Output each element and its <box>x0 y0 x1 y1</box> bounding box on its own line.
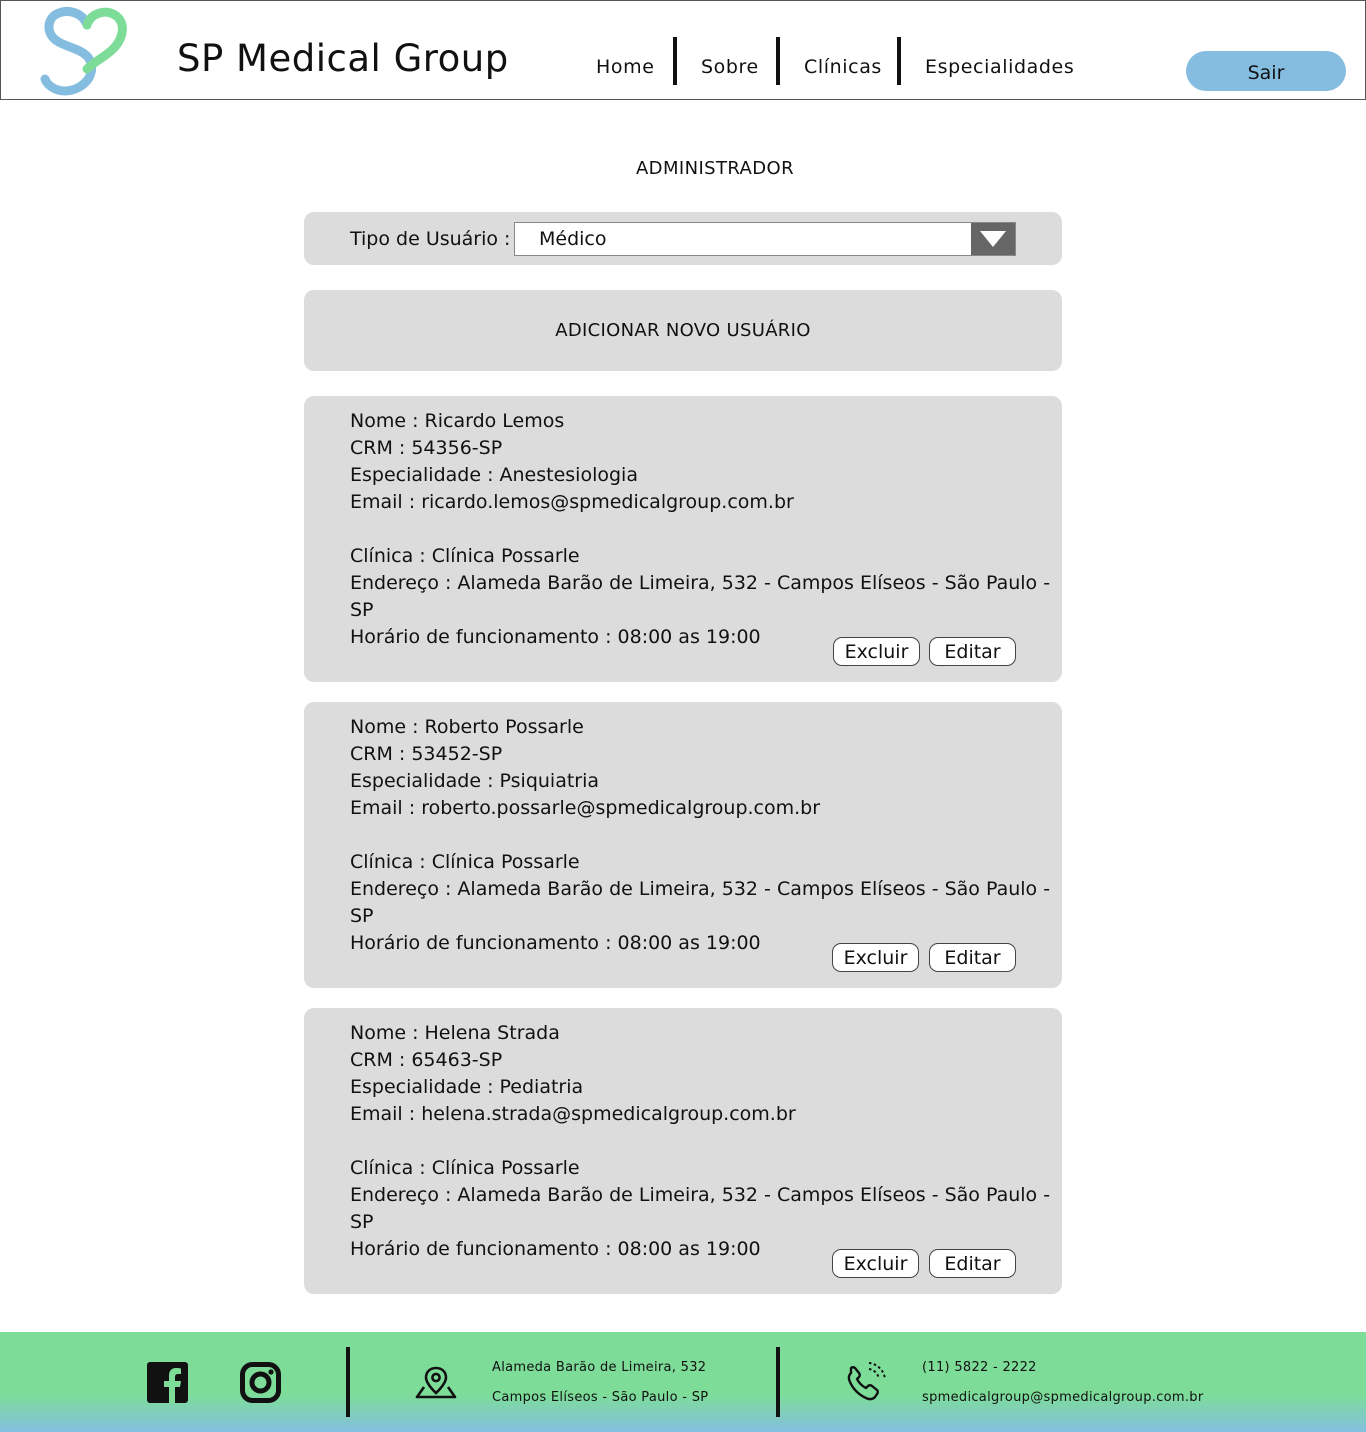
user-crm: CRM : 65463-SP <box>350 1049 503 1071</box>
instagram-icon[interactable] <box>240 1362 281 1403</box>
footer-address-line1: Alameda Barão de Limeira, 532 <box>492 1360 707 1375</box>
edit-button[interactable]: Editar <box>929 943 1016 972</box>
user-specialty: Especialidade : Anestesiologia <box>350 464 638 486</box>
user-address: Endereço : Alameda Barão de Limeira, 532… <box>350 572 1051 621</box>
user-name: Nome : Helena Strada <box>350 1022 560 1044</box>
footer-divider <box>346 1347 350 1417</box>
map-pin-icon <box>415 1366 457 1399</box>
dropdown-arrow-icon[interactable] <box>971 223 1015 255</box>
user-clinic: Clínica : Clínica Possarle <box>350 545 580 567</box>
user-email: Email : ricardo.lemos@spmedicalgroup.com… <box>350 491 794 513</box>
site-footer: Alameda Barão de Limeira, 532 Campos Elí… <box>0 1332 1366 1432</box>
user-crm: CRM : 54356-SP <box>350 437 503 459</box>
user-card: Nome : Ricardo Lemos CRM : 54356-SP Espe… <box>304 396 1062 682</box>
nav-home[interactable]: Home <box>596 56 655 78</box>
user-name: Nome : Roberto Possarle <box>350 716 584 738</box>
brand-title: SP Medical Group <box>177 37 509 80</box>
nav-sobre[interactable]: Sobre <box>701 56 759 78</box>
facebook-icon[interactable] <box>147 1362 188 1403</box>
delete-button[interactable]: Excluir <box>832 1249 919 1278</box>
user-email: Email : helena.strada@spmedicalgroup.com… <box>350 1103 796 1125</box>
user-card: Nome : Helena Strada CRM : 65463-SP Espe… <box>304 1008 1062 1294</box>
nav-divider <box>776 37 780 85</box>
phone-icon <box>847 1362 886 1401</box>
user-crm: CRM : 53452-SP <box>350 743 503 765</box>
footer-address-line2: Campos Elíseos - São Paulo - SP <box>492 1390 709 1405</box>
nav-divider <box>673 37 677 85</box>
site-header: SP Medical Group Home Sobre Clínicas Esp… <box>0 0 1366 100</box>
user-type-filter: Tipo de Usuário : Médico <box>304 212 1062 265</box>
logout-button[interactable]: Sair <box>1186 51 1346 91</box>
nav-especialidades[interactable]: Especialidades <box>925 56 1074 78</box>
edit-button[interactable]: Editar <box>929 1249 1016 1278</box>
delete-button[interactable]: Excluir <box>833 637 920 666</box>
user-specialty: Especialidade : Psiquiatria <box>350 770 600 792</box>
add-user-button[interactable]: ADICIONAR NOVO USUÁRIO <box>304 290 1062 371</box>
user-type-label: Tipo de Usuário : <box>350 228 511 250</box>
footer-phone: (11) 5822 - 2222 <box>922 1360 1037 1375</box>
user-specialty: Especialidade : Pediatria <box>350 1076 584 1098</box>
edit-button[interactable]: Editar <box>929 637 1016 666</box>
sp-logo-icon[interactable] <box>39 5 129 97</box>
user-card: Nome : Roberto Possarle CRM : 53452-SP E… <box>304 702 1062 988</box>
footer-divider <box>776 1347 780 1417</box>
nav-clinicas[interactable]: Clínicas <box>804 56 882 78</box>
delete-button[interactable]: Excluir <box>832 943 919 972</box>
nav-divider <box>897 37 901 85</box>
user-name: Nome : Ricardo Lemos <box>350 410 565 432</box>
user-email: Email : roberto.possarle@spmedicalgroup.… <box>350 797 821 819</box>
user-address: Endereço : Alameda Barão de Limeira, 532… <box>350 878 1051 927</box>
page-title: ADMINISTRADOR <box>635 158 795 179</box>
user-type-selected-value: Médico <box>539 228 607 250</box>
user-clinic: Clínica : Clínica Possarle <box>350 851 580 873</box>
footer-email[interactable]: spmedicalgroup@spmedicalgroup.com.br <box>922 1390 1204 1405</box>
user-type-select[interactable]: Médico <box>514 222 1016 256</box>
user-address: Endereço : Alameda Barão de Limeira, 532… <box>350 1184 1051 1233</box>
user-clinic: Clínica : Clínica Possarle <box>350 1157 580 1179</box>
